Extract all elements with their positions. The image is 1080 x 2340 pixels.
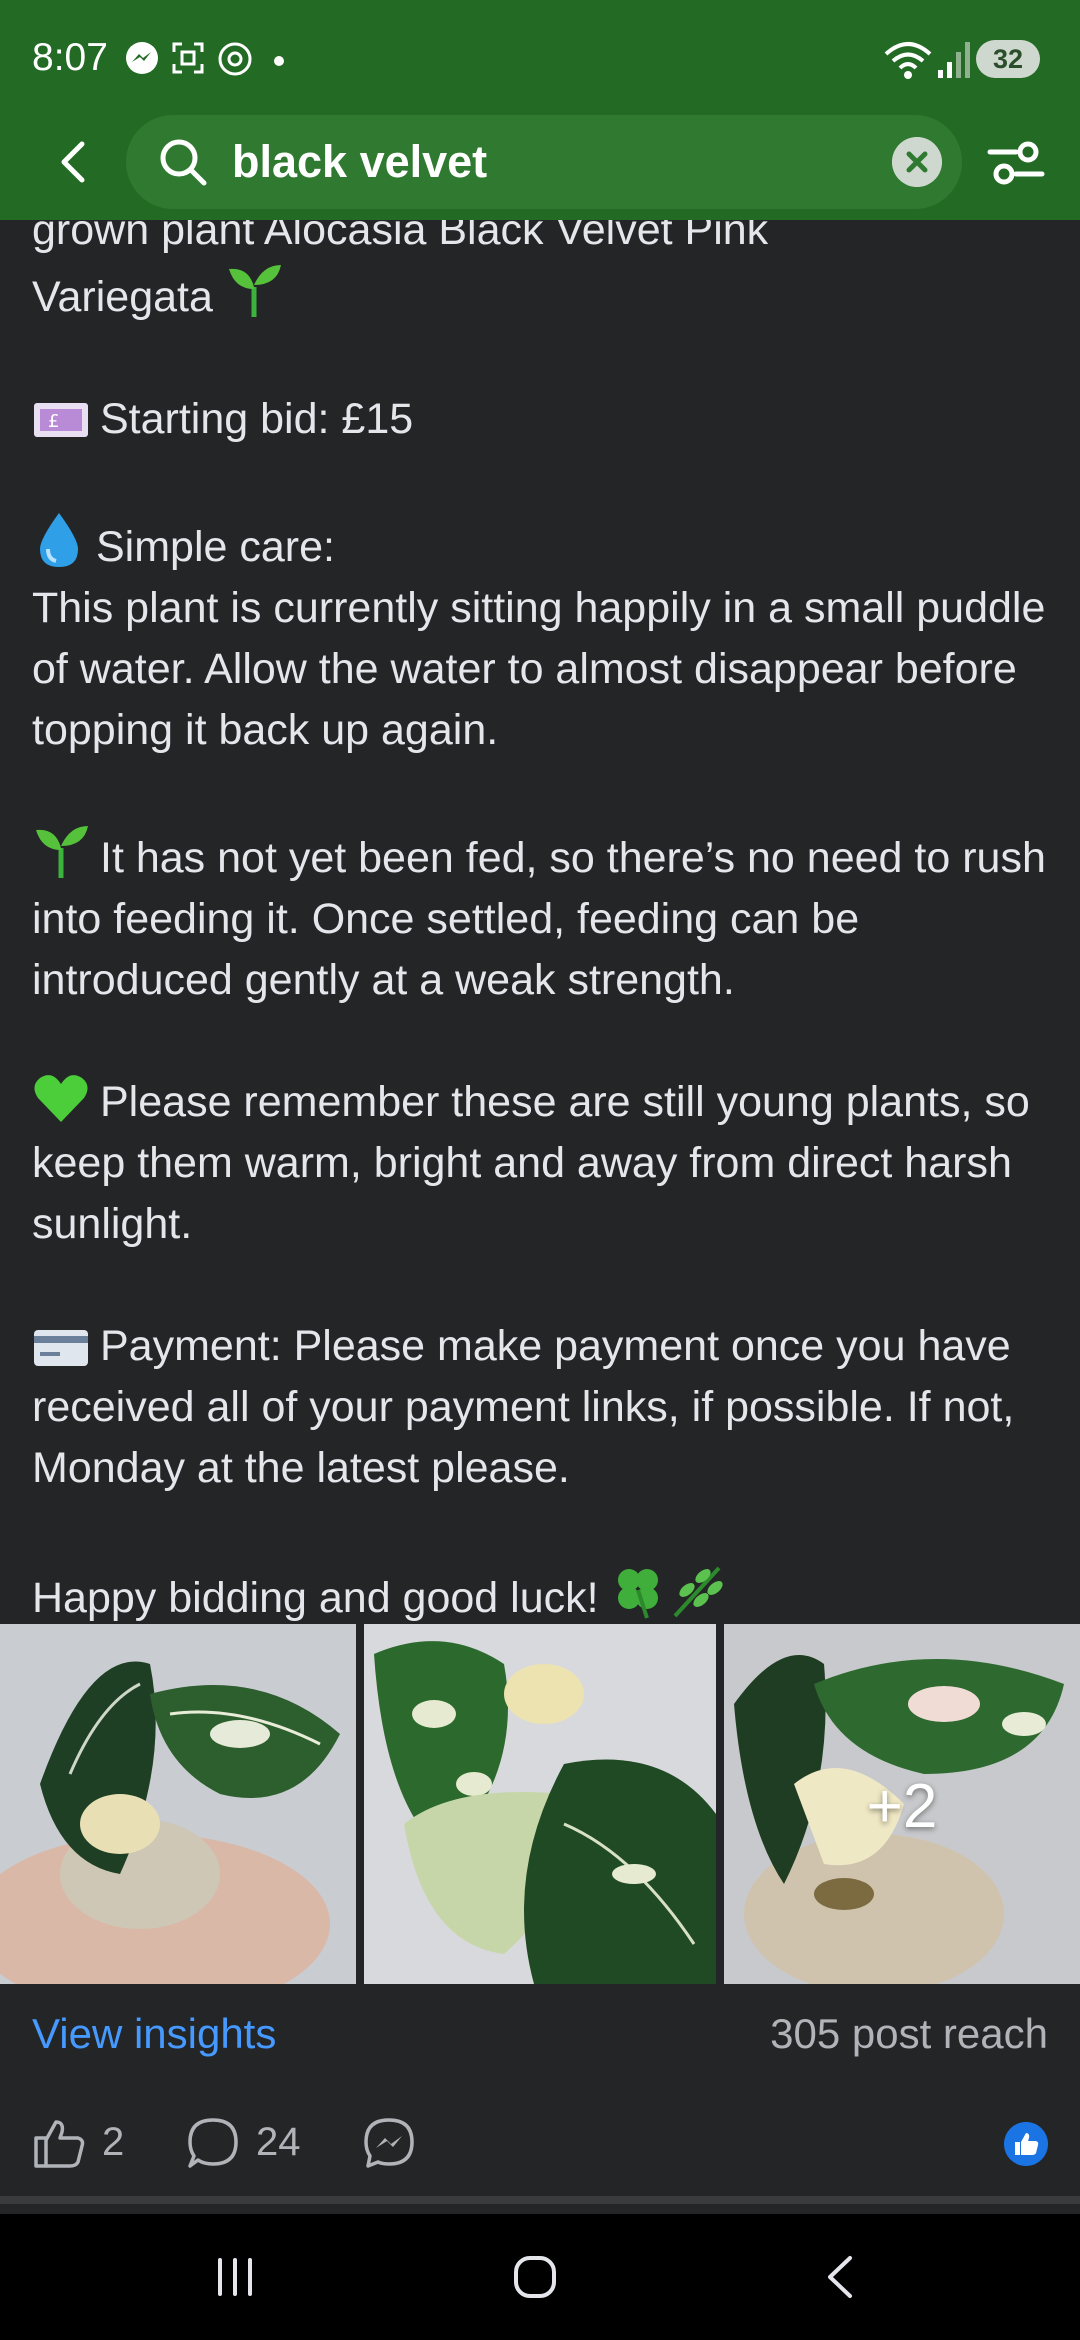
system-navigation-bar [0,2214,1080,2340]
post-actions: 2 24 [0,2110,1080,2176]
like-reaction-icon[interactable] [1004,2122,1048,2166]
more-photos-count: +2 [866,1772,938,1841]
green-heart-icon [34,1075,88,1122]
post-text: Please remember these are still young pl… [32,1078,1042,1248]
more-notifications-dot-icon [274,56,284,66]
send-messenger-button[interactable] [362,2110,422,2176]
like-button[interactable]: 2 [32,2110,132,2176]
seedling-icon [36,826,88,878]
post-text: It has not yet been fed, so there’s no n… [32,834,1058,1004]
view-insights-link[interactable]: View insights [32,2010,276,2058]
search-icon [160,139,207,186]
home-icon[interactable] [512,2254,558,2300]
recent-apps-icon[interactable] [212,2254,258,2300]
wifi-icon [884,42,932,79]
post-text: Simple care: This plant is currently sit… [32,523,1046,754]
post-photo-1[interactable] [0,1624,356,1984]
post-paragraph-care: Simple care: This plant is currently sit… [32,511,1052,761]
thumbs-up-icon [34,2120,85,2168]
post-photo-3[interactable]: +2 [724,1624,1080,1984]
back-icon[interactable] [818,2254,864,2300]
money-icon: £ [34,403,88,437]
battery-level: 32 [976,40,1040,78]
photo-grid: +2 [0,1624,1080,1984]
search-bar[interactable]: black velvet [126,115,962,209]
droplet-icon [40,513,78,567]
like-count: 2 [102,2120,125,2164]
post-text: Payment: Please make payment once you ha… [32,1322,1027,1492]
comment-count: 24 [256,2120,301,2164]
seedling-icon [228,265,281,317]
svg-text:£: £ [48,411,59,432]
app-notification-icon [218,42,252,76]
clear-search-icon[interactable] [892,137,942,187]
messenger-notification-icon [126,42,158,74]
post-divider [0,2196,1080,2204]
status-bar: 8:07 32 [0,0,1080,110]
post-paragraph-bid: £ Starting bid: £15 [32,389,1052,450]
screenshot-notification-icon [172,42,204,74]
back-arrow-icon[interactable] [52,140,96,184]
plant-photo-image [364,1624,716,1984]
search-input[interactable]: black velvet [232,115,487,209]
signal-icon [938,42,970,78]
post-reach: 305 post reach [770,2010,1048,2057]
credit-card-icon [34,1330,88,1366]
post-body: grown plant Alocasia Black Velvet Pink V… [32,200,1052,1629]
post-paragraph-feeding: It has not yet been fed, so there’s no n… [32,822,1052,1011]
post-photo-2[interactable] [364,1624,716,1984]
messenger-icon [364,2118,414,2168]
post-text: grown plant Alocasia Black Velvet Pink V… [32,206,769,321]
comment-bubble-icon [188,2118,238,2168]
post-paragraph-closing: Happy bidding and good luck! [32,1560,1052,1629]
app-header: 8:07 32 black velvet [0,0,1080,220]
post-paragraph-payment: Payment: Please make payment once you ha… [32,1316,1052,1499]
status-time: 8:07 [32,36,108,79]
post-text: Happy bidding and good luck! [32,1574,599,1622]
post-paragraph-reminder: Please remember these are still young pl… [32,1072,1052,1255]
clover-herb-icon [617,1566,723,1619]
filter-icon[interactable] [986,138,1046,188]
comment-button[interactable]: 24 [186,2110,326,2176]
post-text: Starting bid: £15 [100,395,414,443]
plant-photo-image [0,1624,356,1984]
